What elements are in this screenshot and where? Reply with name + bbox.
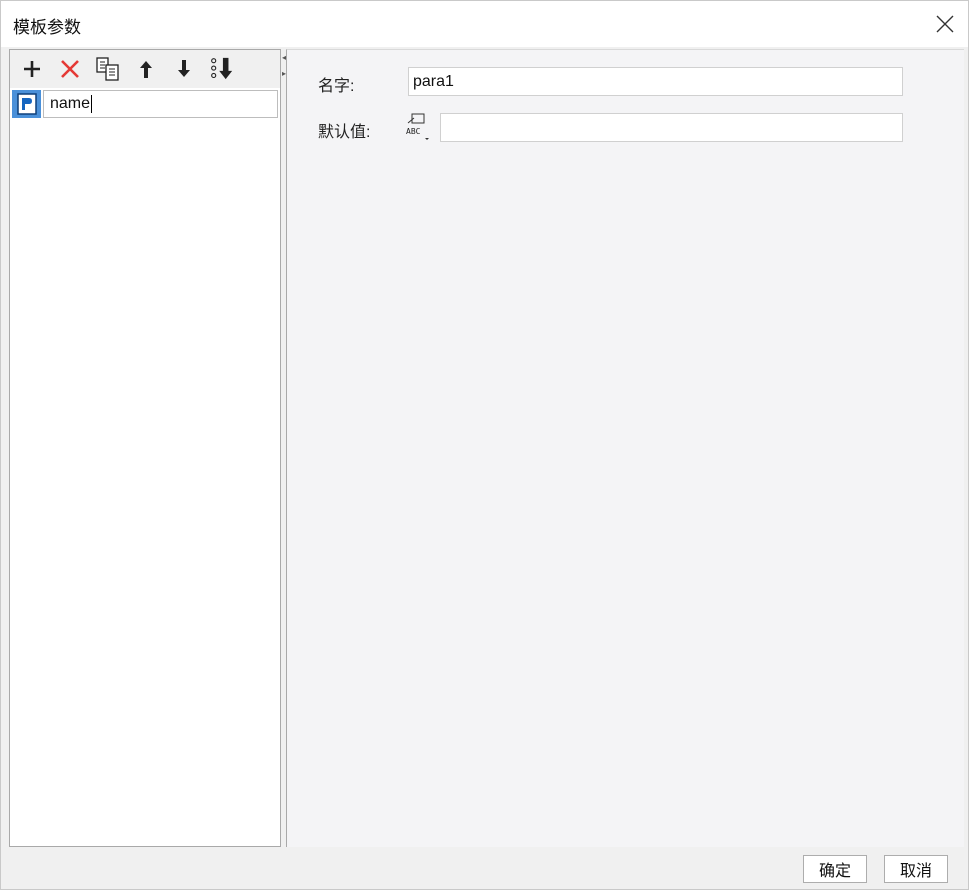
dialog-footer: 确定 取消 (1, 847, 968, 889)
parameter-properties-pane: 名字: para1 默认值: ABC (286, 49, 964, 847)
copy-parameter-button[interactable] (96, 55, 120, 83)
arrow-up-icon (140, 61, 152, 78)
ok-button[interactable]: 确定 (803, 855, 867, 883)
delete-parameter-button[interactable] (58, 55, 82, 83)
parameter-name-text: name (50, 95, 91, 112)
close-button[interactable] (922, 1, 968, 47)
move-up-button[interactable] (134, 55, 158, 83)
abc-type-icon: ABC (406, 113, 429, 140)
parameter-icon (12, 90, 41, 118)
arrow-down-icon (178, 60, 190, 77)
dialog-content: name ◂ ▸ 名字: para1 默认值: ABC (7, 47, 964, 847)
parameter-toolbar (10, 50, 280, 88)
parameter-name-editor[interactable]: name (43, 90, 278, 118)
default-value-input[interactable] (440, 113, 903, 142)
plus-icon (24, 61, 40, 77)
dialog-title: 模板参数 (13, 18, 81, 37)
default-value-label: 默认值: (318, 124, 371, 141)
add-parameter-button[interactable] (20, 55, 44, 83)
name-input[interactable]: para1 (408, 67, 903, 96)
sort-button[interactable] (210, 55, 234, 83)
parameter-list-item[interactable]: name (12, 90, 278, 118)
template-parameters-dialog: 模板参数 name ◂ ▸ 名字: para1 默认值: ABC 确定 取消 (0, 0, 969, 890)
copy-icon (96, 57, 119, 81)
close-icon (936, 15, 954, 33)
name-label: 名字: (318, 78, 355, 95)
parameter-list-pane: name (9, 49, 281, 847)
move-down-button[interactable] (172, 55, 196, 83)
svg-text:ABC: ABC (406, 127, 421, 136)
title-bar: 模板参数 (1, 1, 968, 47)
value-type-selector[interactable]: ABC (405, 112, 429, 140)
sort-icon (211, 57, 233, 80)
text-caret (91, 94, 93, 113)
cancel-button[interactable]: 取消 (884, 855, 948, 883)
delete-x-icon (61, 60, 79, 78)
